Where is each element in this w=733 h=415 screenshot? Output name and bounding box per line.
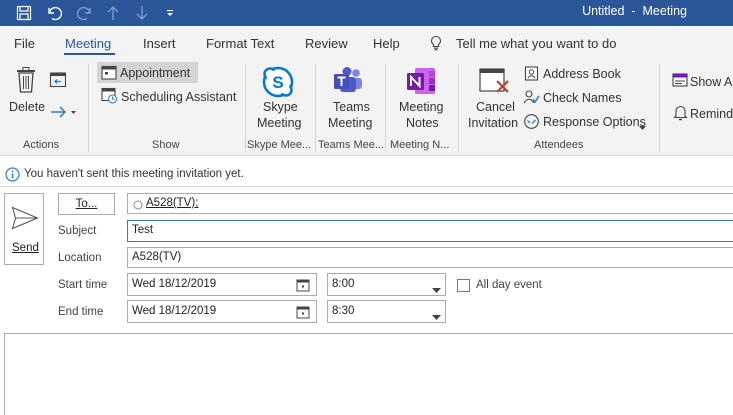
check-names-icon[interactable]	[523, 89, 540, 109]
appointment-calendar-icon	[101, 65, 117, 83]
tab-insert[interactable]: Insert	[143, 36, 176, 51]
response-options-button[interactable]: Response Options	[543, 114, 646, 130]
appointment-label: Appointment	[120, 66, 191, 80]
delete-label: Delete	[9, 100, 46, 114]
teams-icon[interactable]	[332, 66, 364, 99]
save-icon[interactable]	[14, 3, 34, 23]
all-day-checkbox[interactable]	[457, 279, 470, 292]
group-skype-label: Skype Mee...	[247, 139, 312, 151]
title-bar: Untitled - Meeting	[0, 0, 733, 26]
tab-file[interactable]: File	[14, 36, 35, 51]
group-separator	[659, 64, 660, 152]
to-button[interactable]: To...	[58, 193, 115, 215]
all-day-label: All day event	[476, 279, 542, 291]
lightbulb-icon	[430, 35, 442, 54]
start-time-label: Start time	[58, 279, 108, 291]
teams-meeting-label-2: Meeting	[328, 116, 373, 130]
skype-meeting-label-1: Skype	[263, 100, 298, 114]
presence-status-icon	[133, 199, 143, 213]
end-date-picker[interactable]: Wed 18/12/2019	[127, 300, 317, 323]
group-separator	[385, 64, 386, 152]
group-separator	[88, 64, 89, 152]
tab-help[interactable]: Help	[373, 36, 400, 51]
calendar-back-icon[interactable]	[49, 71, 67, 91]
meeting-notes-label-1: Meeting	[399, 100, 444, 114]
tab-meeting[interactable]: Meeting	[65, 36, 111, 51]
info-message: You haven't sent this meeting invitation…	[24, 168, 244, 180]
location-label: Location	[58, 252, 102, 264]
arrow-down-icon[interactable]	[132, 3, 152, 23]
undo-icon[interactable]	[44, 3, 64, 23]
customize-qat-icon[interactable]	[160, 3, 180, 23]
scheduling-calendar-icon[interactable]	[101, 87, 118, 107]
active-tab-indicator	[64, 53, 115, 55]
trash-icon	[14, 66, 38, 97]
teams-meeting-label-1: Teams	[333, 100, 370, 114]
group-separator	[245, 64, 246, 152]
cancel-invitation-icon[interactable]	[478, 66, 510, 99]
location-value: A528(TV)	[132, 251, 182, 263]
subject-label: Subject	[58, 225, 97, 237]
tab-review[interactable]: Review	[305, 36, 348, 51]
address-book-button[interactable]: Address Book	[543, 66, 621, 82]
onenote-icon[interactable]	[405, 65, 437, 100]
calendar-icon[interactable]	[296, 305, 310, 322]
subject-value: Test	[132, 224, 154, 236]
location-field[interactable]: A528(TV)	[127, 247, 733, 268]
reminder-button[interactable]: Remind	[690, 106, 733, 122]
calendar-icon[interactable]	[296, 278, 310, 295]
send-button[interactable]: Send	[4, 193, 44, 265]
send-icon	[11, 206, 39, 233]
end-time-label: End time	[58, 306, 104, 318]
window-title: Untitled - Meeting	[582, 4, 687, 18]
to-field[interactable]: A528(TV);	[127, 193, 733, 214]
end-time-dropdown[interactable]: 8:30	[327, 300, 446, 323]
divider	[0, 186, 733, 187]
bell-icon[interactable]	[673, 104, 688, 124]
info-icon	[5, 167, 20, 185]
show-as-button[interactable]: Show A	[690, 74, 732, 90]
group-separator	[315, 64, 316, 152]
start-time-value: 8:00	[332, 278, 355, 290]
cancel-invitation-label-1: Cancel	[476, 100, 515, 114]
meeting-notes-label-2: Notes	[406, 116, 439, 130]
start-date-picker[interactable]: Wed 18/12/2019	[127, 273, 317, 296]
response-options-icon[interactable]	[523, 113, 540, 133]
message-body[interactable]	[4, 333, 733, 415]
delete-button[interactable]: Delete	[9, 66, 46, 126]
tell-me-search[interactable]: Tell me what you want to do	[456, 36, 616, 51]
start-date-value: Wed 18/12/2019	[132, 278, 217, 290]
group-teams-label: Teams Mee...	[318, 139, 385, 151]
recipient-value[interactable]: A528(TV);	[146, 197, 198, 209]
end-date-value: Wed 18/12/2019	[132, 305, 217, 317]
group-meeting-notes-label: Meeting N...	[390, 139, 450, 151]
skype-icon[interactable]: S	[261, 65, 295, 102]
skype-meeting-label-2: Meeting	[257, 116, 302, 130]
show-as-icon[interactable]	[672, 72, 688, 91]
cancel-invitation-label-2: Invitation	[468, 116, 519, 130]
scheduling-assistant-button[interactable]: Scheduling Assistant	[121, 89, 236, 105]
end-time-value: 8:30	[332, 305, 355, 317]
redo-icon[interactable]	[75, 3, 95, 23]
start-time-dropdown[interactable]: 8:00	[327, 273, 446, 296]
group-separator	[458, 64, 459, 152]
group-actions-label: Actions	[23, 139, 60, 151]
svg-text:S: S	[272, 73, 283, 92]
appointment-button[interactable]: Appointment	[97, 62, 198, 83]
address-book-icon[interactable]	[524, 66, 539, 84]
subject-field[interactable]: Test	[127, 220, 733, 242]
chevron-down-icon	[639, 120, 646, 134]
chevron-down-icon	[432, 310, 441, 324]
chevron-down-icon	[432, 283, 441, 297]
arrow-up-icon[interactable]	[103, 3, 123, 23]
send-label: Send	[12, 242, 39, 254]
tab-format-text[interactable]: Format Text	[206, 36, 274, 51]
forward-arrow-icon[interactable]	[50, 104, 78, 123]
check-names-button[interactable]: Check Names	[543, 90, 622, 106]
group-attendees-label: Attendees	[534, 139, 584, 151]
group-show-label: Show	[152, 139, 180, 151]
